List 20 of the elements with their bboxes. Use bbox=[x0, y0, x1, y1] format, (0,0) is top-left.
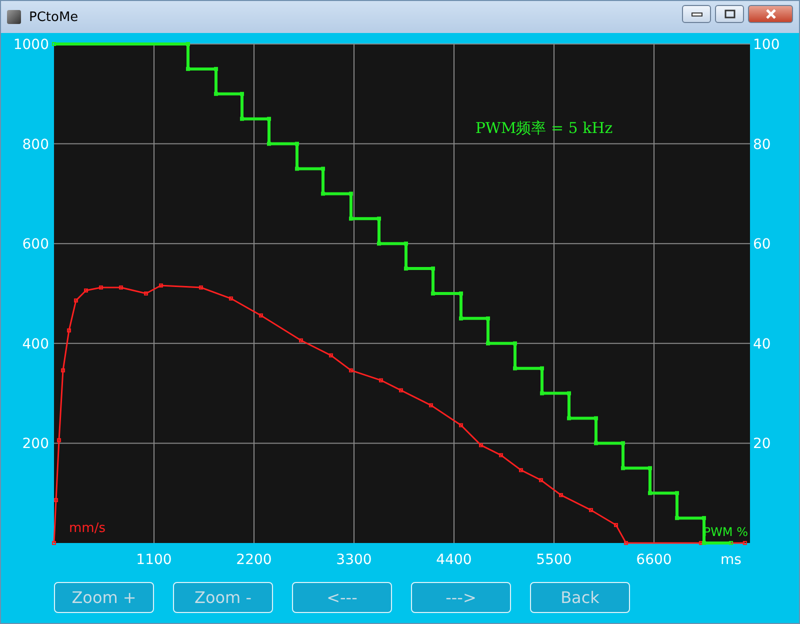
tick-label: 5500 bbox=[536, 552, 572, 568]
tick-label: 80 bbox=[753, 136, 771, 153]
chart-annotation: PWM频率 = 5 kHz bbox=[475, 119, 613, 137]
window-title: PCtoMe bbox=[29, 10, 80, 24]
tick-label: 20 bbox=[753, 436, 771, 452]
tick-label: 1000 bbox=[13, 37, 49, 53]
tick-label: 800 bbox=[22, 136, 49, 153]
axis-label: ms bbox=[720, 552, 742, 568]
tick-label: 6600 bbox=[636, 552, 672, 568]
tick-label: 400 bbox=[22, 336, 49, 352]
tick-label: 1100 bbox=[136, 552, 172, 568]
tick-label: 100 bbox=[753, 37, 780, 53]
tick-label: 3300 bbox=[336, 552, 372, 568]
series-label: mm/s bbox=[69, 521, 106, 536]
tick-label: 600 bbox=[22, 236, 49, 253]
tick-label: 4400 bbox=[436, 552, 472, 568]
tick-label: 60 bbox=[753, 236, 771, 253]
tick-label: 40 bbox=[753, 336, 771, 352]
tick-label: 200 bbox=[22, 436, 49, 452]
tick-label: 2200 bbox=[236, 552, 272, 568]
